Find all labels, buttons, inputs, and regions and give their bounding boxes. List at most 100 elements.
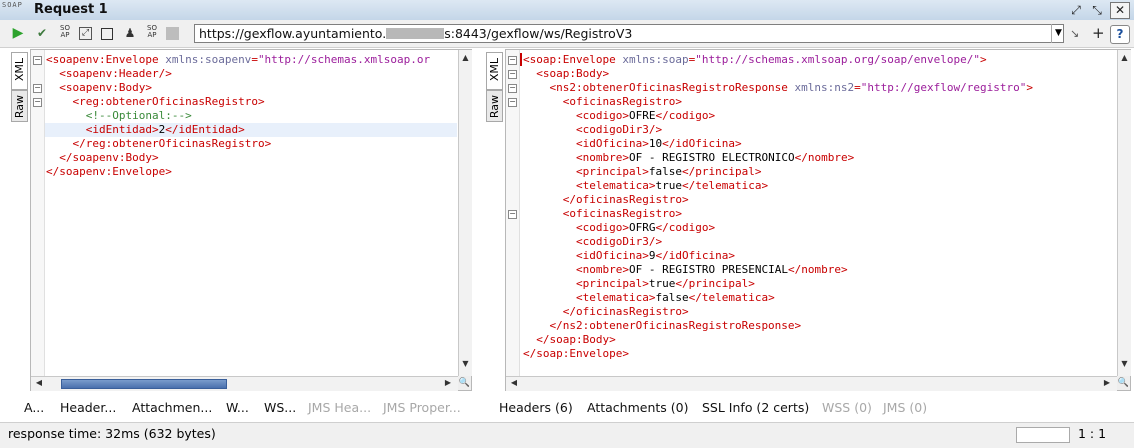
soap-ws-icon[interactable]: SO AP — [57, 25, 73, 41]
code-token: <oficinasRegistro> — [562, 95, 682, 108]
code-token: </telematica> — [682, 179, 769, 192]
soap-logo: SOAP — [2, 2, 26, 18]
code-token: </oficinasRegistro> — [562, 305, 689, 318]
code-token: </soap:Envelope> — [523, 347, 629, 360]
detach-icon[interactable]: ⤢ — [1068, 2, 1084, 18]
close-icon[interactable]: ✕ — [1110, 2, 1130, 19]
code-line: </soapenv:Envelope> — [46, 165, 172, 179]
code-token: <idEntidad> — [85, 123, 159, 136]
scroll-up-icon[interactable]: ▲ — [1118, 52, 1131, 64]
code-token: true — [655, 179, 683, 192]
request-xml-content[interactable]: <soapenv:Envelope xmlns:soapenv="http://… — [46, 53, 456, 373]
fold-toggle-icon[interactable]: − — [508, 98, 517, 107]
response-tab[interactable]: SSL Info (2 certs) — [702, 400, 809, 415]
fold-toggle-icon[interactable]: − — [508, 84, 517, 93]
code-token: </principal> — [675, 277, 755, 290]
title-bar: SOAP Request 1 ⤢ ⤡ ✕ — [0, 0, 1134, 21]
code-token: </reg:obtenerOficinasRegistro> — [72, 137, 272, 150]
url-dropdown-icon[interactable]: ▼ — [1051, 24, 1065, 43]
request-tab-raw[interactable]: Raw — [11, 90, 28, 122]
response-horizontal-scrollbar[interactable]: ◀ ▶ — [506, 376, 1117, 391]
code-token: <soap:Body> — [536, 67, 610, 80]
response-tab-xml[interactable]: XML — [486, 52, 503, 90]
code-line: </soap:Envelope> — [523, 347, 629, 361]
code-token: = — [854, 81, 861, 94]
stop-icon[interactable] — [101, 28, 113, 40]
scroll-left-icon[interactable]: ◀ — [33, 377, 45, 389]
code-line: </oficinasRegistro> — [563, 193, 689, 207]
zoom-icon[interactable]: 🔍 — [458, 376, 471, 390]
code-line: <ns2:obtenerOficinasRegistroResponse xml… — [550, 81, 1033, 95]
horizontal-scroll-thumb[interactable] — [61, 379, 227, 389]
code-token: xmlns:soap — [615, 53, 689, 66]
add-endpoint-icon[interactable]: ↘ — [1070, 27, 1079, 40]
code-token: </codigo> — [655, 109, 716, 122]
user-icon[interactable]: ♟ — [122, 25, 138, 41]
soap-wsa-icon[interactable]: SO AP — [144, 25, 160, 41]
response-tab[interactable]: Headers (6) — [499, 400, 573, 415]
response-tab-raw[interactable]: Raw — [486, 90, 503, 122]
code-token: false — [655, 291, 689, 304]
fold-toggle-icon[interactable]: − — [508, 70, 517, 79]
request-tab[interactable]: Header... — [60, 400, 116, 415]
code-token: <nombre> — [576, 151, 630, 164]
request-tab[interactable]: WS... — [264, 400, 296, 415]
run-icon[interactable]: ▶ — [10, 25, 26, 41]
response-vertical-scrollbar[interactable]: ▲ ▼ — [1117, 50, 1131, 376]
maximize-icon[interactable]: ⤡ — [1089, 2, 1105, 18]
response-editor[interactable]: <soap:Envelope xmlns:soap = "http://schema… — [505, 49, 1131, 391]
request-horizontal-scrollbar[interactable]: ◀ ▶ — [31, 376, 458, 391]
code-token: 10 — [648, 137, 663, 150]
code-line: </oficinasRegistro> — [563, 305, 689, 319]
scroll-left-icon[interactable]: ◀ — [508, 377, 520, 389]
scroll-right-icon[interactable]: ▶ — [1101, 377, 1113, 389]
fold-toggle-icon[interactable]: − — [33, 98, 42, 107]
window-title: Request 1 — [34, 2, 108, 17]
status-field — [1016, 427, 1070, 443]
scroll-right-icon[interactable]: ▶ — [442, 377, 454, 389]
code-line: <idOficina>10</idOficina> — [576, 137, 742, 151]
request-tab[interactable]: W... — [226, 400, 249, 415]
code-token: > — [1026, 81, 1033, 94]
endpoint-url-combobox[interactable]: https://gexflow.ayuntamiento. s:8443/gexf… — [194, 24, 1064, 43]
scroll-down-icon[interactable]: ▼ — [1118, 358, 1131, 370]
code-line: <!--Optional:--> — [86, 109, 192, 123]
scroll-down-icon[interactable]: ▼ — [459, 358, 472, 370]
code-token: </principal> — [682, 165, 762, 178]
code-token: true — [648, 277, 676, 290]
expand-icon[interactable]: ⤢ — [79, 27, 92, 40]
request-tab[interactable]: A... — [24, 400, 44, 415]
code-token: "http://gexflow/registro" — [860, 81, 1027, 94]
status-bar: response time: 32ms (632 bytes) 1 : 1 — [0, 422, 1134, 448]
zoom-icon[interactable]: 🔍 — [1117, 376, 1130, 390]
check-icon[interactable]: ✔ — [34, 25, 50, 41]
add-icon[interactable]: + — [1092, 24, 1105, 42]
fold-toggle-icon[interactable]: − — [508, 56, 517, 65]
code-token: "http://schemas.xmlsoap.org/soap/envelop… — [695, 53, 980, 66]
request-tab-xml[interactable]: XML — [11, 52, 28, 90]
code-line: <codigo>OFRE</codigo> — [576, 109, 715, 123]
request-vertical-scrollbar[interactable]: ▲ ▼ — [458, 50, 472, 376]
code-token: false — [648, 165, 683, 178]
code-line: </soap:Body> — [536, 333, 615, 347]
fold-toggle-icon[interactable]: − — [33, 84, 42, 93]
response-xml-content[interactable]: <soap:Envelope xmlns:soap = "http://schema… — [523, 53, 1115, 373]
grey-square-icon[interactable] — [166, 27, 179, 40]
code-token: OFRG — [629, 221, 656, 234]
fold-toggle-icon[interactable]: − — [33, 56, 42, 65]
fold-toggle-icon[interactable]: − — [508, 210, 517, 219]
code-token: <idOficina> — [576, 249, 649, 262]
help-icon[interactable]: ? — [1110, 25, 1130, 44]
scroll-up-icon[interactable]: ▲ — [459, 52, 472, 64]
code-line: <soap:Envelope xmlns:soap="http://schema… — [523, 53, 987, 67]
code-line: <telematica>true</telematica> — [576, 179, 768, 193]
text-caret — [520, 53, 522, 66]
code-line: <oficinasRegistro> — [563, 95, 682, 109]
code-line: </soapenv:Body> — [59, 151, 158, 165]
code-token: <reg:obtenerOficinasRegistro> — [72, 95, 265, 108]
response-tab[interactable]: Attachments (0) — [587, 400, 688, 415]
code-line: <oficinasRegistro> — [563, 207, 682, 221]
request-tab[interactable]: Attachmen... — [132, 400, 212, 415]
code-token: </soap:Body> — [536, 333, 616, 346]
request-editor[interactable]: <soapenv:Envelope xmlns:soapenv="http://… — [30, 49, 472, 391]
